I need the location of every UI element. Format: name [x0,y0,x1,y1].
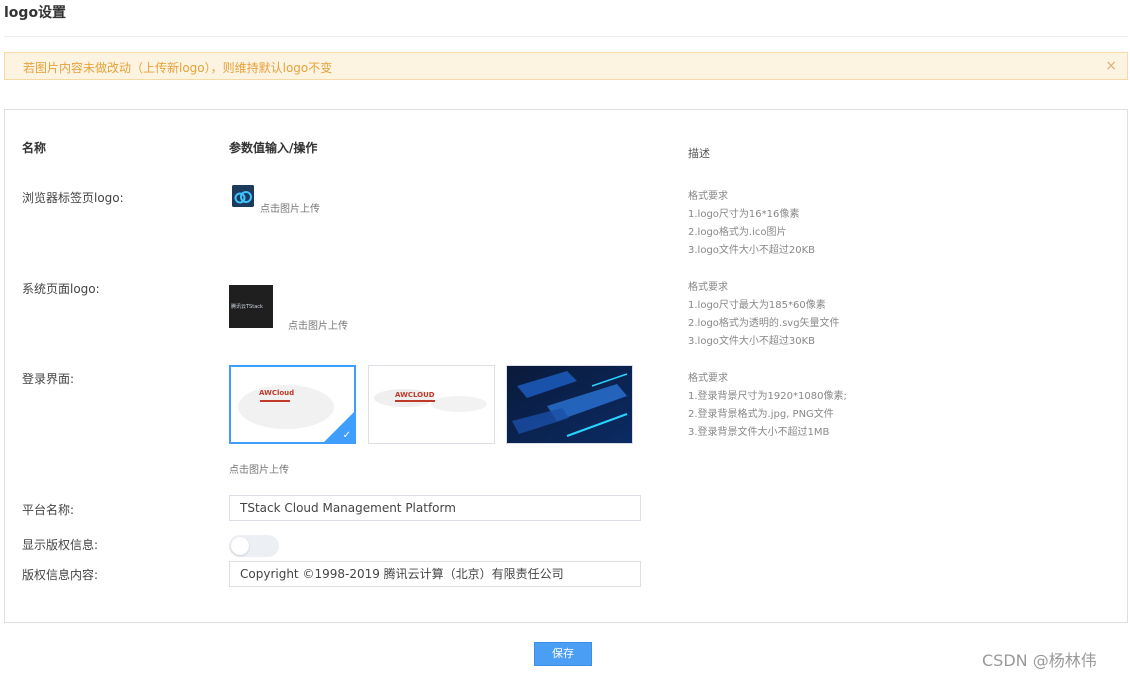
watermark: CSDN @杨林伟 [982,651,1097,670]
warning-alert: 若图片内容未做改动（上传新logo），则维持默认logo不变 × [4,52,1128,80]
login-thumbnail-1[interactable]: AWCloud ✓ [229,365,356,444]
show-copyright-toggle[interactable] [229,535,279,557]
check-icon: ✓ [342,430,351,441]
copyright-label: 版权信息内容: [22,568,99,582]
favicon-upload-hint[interactable]: 点击图片上传 [260,200,320,215]
system-logo-upload-hint[interactable]: 点击图片上传 [288,317,348,332]
system-logo-req-format: 2.logo格式为透明的.svg矢量文件 [688,318,840,329]
login-label: 登录界面: [22,372,75,386]
system-logo-label: 系统页面logo: [22,282,100,296]
header-input: 参数值输入/操作 [229,141,318,155]
system-logo-req-filesize: 3.logo文件大小不超过30KB [688,336,816,347]
login-req-size: 1.登录背景尺寸为1920*1080像素; [688,391,847,402]
login-thumbnail-2-art [369,366,494,443]
login-thumbnail-2-brand: AWCLOUD [395,391,435,399]
favicon-req-filesize: 3.logo文件大小不超过20KB [688,245,816,256]
favicon-requirements: 格式要求 1.logo尺寸为16*16像素 2.logo格式为.ico图片 3.… [688,188,815,260]
cloud-logo-icon [232,185,254,207]
favicon-label: 浏览器标签页logo: [22,191,124,205]
platform-name-input[interactable]: TStack Cloud Management Platform [229,495,641,521]
favicon-req-title: 格式要求 [688,191,728,202]
settings-panel: 名称 参数值输入/操作 描述 浏览器标签页logo: 点击图片上传 格式要求 1… [4,109,1128,623]
login-thumbnail-2[interactable]: AWCLOUD [368,365,495,444]
copyright-input[interactable]: Copyright ©1998-2019 腾讯云计算（北京）有限责任公司 [229,561,641,587]
favicon-upload[interactable] [232,185,254,207]
login-requirements: 格式要求 1.登录背景尺寸为1920*1080像素; 2.登录背景格式为.jpg… [688,370,847,442]
login-req-title: 格式要求 [688,373,728,384]
login-thumbnail-3-art [507,366,632,443]
favicon-req-size: 1.logo尺寸为16*16像素 [688,209,800,220]
system-logo-requirements: 格式要求 1.logo尺寸最大为185*60像素 2.logo格式为透明的.sv… [688,279,840,351]
system-logo-req-title: 格式要求 [688,282,728,293]
login-thumbnail-1-brand: AWCloud [259,389,295,397]
alert-text: 若图片内容未做改动（上传新logo），则维持默认logo不变 [23,61,333,75]
header-description: 描述 [688,147,710,160]
system-logo-upload[interactable]: 腾讯云TStack [229,285,273,328]
toggle-knob [231,537,249,555]
system-logo-text: 腾讯云TStack [231,304,263,310]
login-req-format: 2.登录背景格式为.jpg, PNG文件 [688,409,834,420]
save-button[interactable]: 保存 [534,642,592,666]
login-req-filesize: 3.登录背景文件大小不超过1MB [688,427,830,438]
title-divider [4,36,1128,37]
header-name: 名称 [22,141,47,155]
close-icon[interactable]: × [1105,58,1117,74]
login-upload-hint[interactable]: 点击图片上传 [229,461,289,476]
login-thumbnail-3[interactable] [506,365,633,444]
platform-name-label: 平台名称: [22,503,75,517]
show-copyright-label: 显示版权信息: [22,538,99,552]
page-title: logo设置 [4,5,67,21]
system-logo-req-size: 1.logo尺寸最大为185*60像素 [688,300,826,311]
favicon-req-format: 2.logo格式为.ico图片 [688,227,787,238]
